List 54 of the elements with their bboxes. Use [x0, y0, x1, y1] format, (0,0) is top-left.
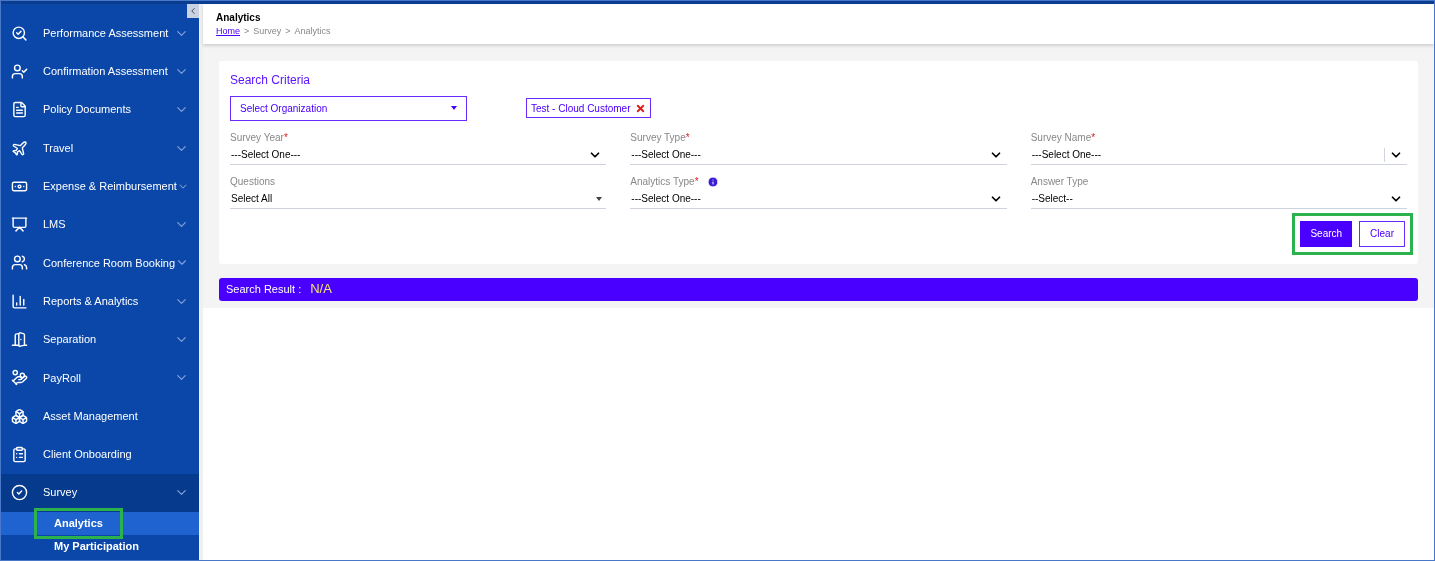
remove-icon[interactable] — [635, 102, 647, 114]
field-label: Questions — [230, 175, 276, 189]
organization-tag: Test - Cloud Customer — [526, 98, 652, 118]
page-title: Analytics — [216, 11, 262, 25]
breadcrumb-link[interactable]: Home — [216, 25, 240, 39]
check-circle-icon — [11, 484, 28, 502]
sidebar-item[interactable]: Performance Assessment — [1, 14, 199, 53]
sidebar-item[interactable]: Reports & Analytics — [1, 282, 199, 321]
field-label: Survey Type* — [630, 131, 690, 145]
select-field[interactable]: ---Select One--- — [230, 145, 607, 165]
select-field[interactable]: ---Select One--- — [1030, 145, 1407, 165]
section-title: Search Criteria — [230, 71, 312, 89]
chevron-down-icon — [1384, 147, 1403, 162]
sidebar-item[interactable]: Survey — [1, 473, 199, 512]
document-icon — [11, 101, 28, 119]
sidebar-item[interactable]: LMS — [1, 205, 199, 244]
chevron-left-icon — [188, 6, 198, 16]
select-field[interactable]: Select All — [230, 189, 607, 209]
bar-chart-icon — [11, 292, 28, 310]
field-label: Survey Year* — [230, 131, 288, 145]
sidebar-item[interactable]: Separation — [1, 320, 199, 359]
sidebar-item[interactable]: Client Onboarding — [1, 435, 199, 474]
caret-icon — [596, 196, 603, 201]
clear-button[interactable]: Clear — [1359, 220, 1405, 247]
breadcrumb-item: Analytics — [294, 25, 331, 38]
info-icon[interactable] — [706, 175, 719, 188]
teacher-board-icon — [11, 216, 28, 234]
assets-icon — [11, 407, 28, 425]
result-value: N/A — [310, 280, 332, 299]
sidebar-item[interactable]: Confirmation Assessment — [1, 52, 199, 91]
sidebar-item[interactable]: Expense & Reimbursement — [1, 167, 199, 206]
select-field[interactable]: ---Select One--- — [630, 189, 1007, 209]
hand-coins-icon — [11, 369, 28, 387]
select-field[interactable]: ---Select One--- — [630, 145, 1007, 165]
field-label: Answer Type — [1030, 175, 1089, 189]
select-field[interactable]: --Select-- — [1030, 189, 1407, 209]
breadcrumb-item: Survey — [253, 25, 282, 38]
sidebar-item[interactable]: PayRoll — [1, 358, 199, 397]
plane-icon — [11, 139, 28, 157]
meeting-icon — [11, 254, 28, 272]
field-label: Analytics Type* — [630, 175, 699, 189]
organization-select[interactable]: Select Organization — [230, 95, 467, 121]
sidebar-item[interactable]: Asset Management — [1, 396, 199, 436]
sidebar-item[interactable]: Policy Documents — [1, 90, 199, 129]
result-label: Search Result : — [226, 281, 302, 297]
search-button[interactable]: Search — [1300, 220, 1353, 247]
breadcrumb-separator: > — [244, 25, 250, 38]
field-label: Survey Name* — [1030, 131, 1096, 145]
collapse-button[interactable] — [187, 4, 199, 18]
sidebar-item[interactable]: Conference Room Booking — [1, 243, 199, 283]
clipboard-icon — [11, 445, 28, 463]
door-icon — [11, 331, 28, 348]
sidebar-item[interactable]: Travel — [1, 128, 199, 168]
breadcrumb-separator: > — [285, 25, 291, 38]
